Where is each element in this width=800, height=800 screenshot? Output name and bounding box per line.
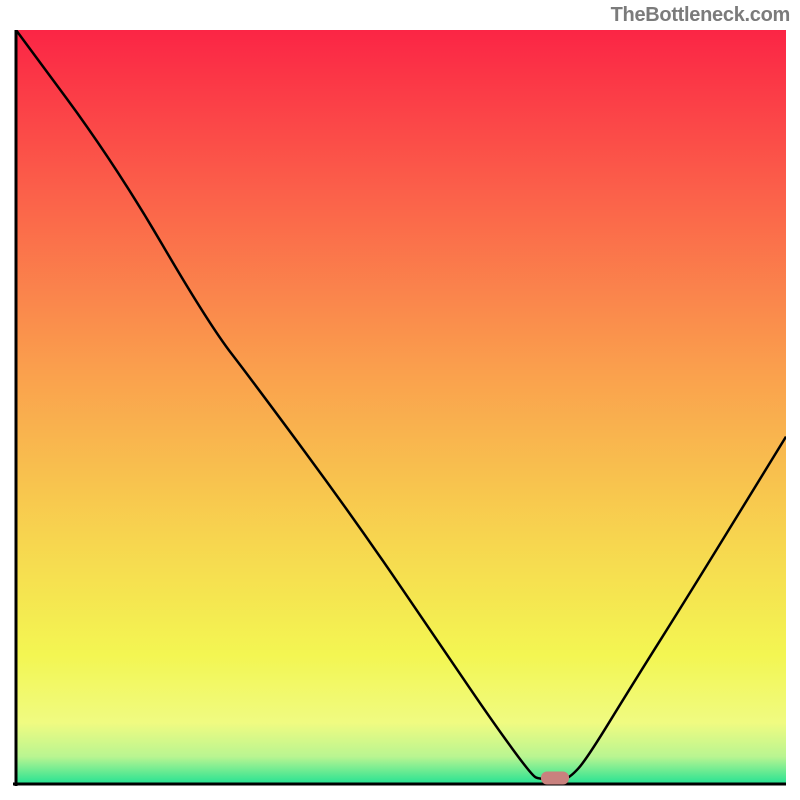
attribution-text: TheBottleneck.com bbox=[611, 4, 790, 27]
chart-background-gradient bbox=[16, 30, 786, 783]
bottleneck-chart bbox=[13, 30, 786, 787]
minimum-marker bbox=[541, 772, 569, 785]
chart-svg bbox=[13, 30, 786, 787]
